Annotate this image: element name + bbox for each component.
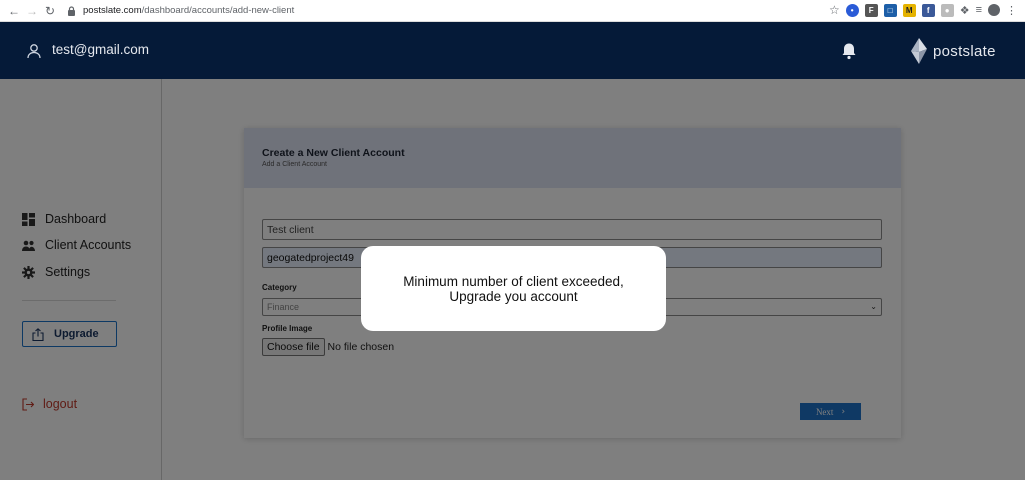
menu-dots-icon[interactable]: ⋮	[1006, 4, 1017, 17]
user-icon	[27, 44, 41, 59]
modal-message-line2: Upgrade you account	[449, 288, 578, 304]
bell-icon[interactable]	[841, 42, 857, 60]
address-bar[interactable]: postslate.com/dashboard/accounts/add-new…	[83, 5, 294, 16]
profile-avatar-icon[interactable]	[988, 4, 1000, 16]
url-path: /dashboard/accounts/add-new-client	[141, 5, 295, 16]
url-host: postslate.com	[83, 5, 142, 16]
extension-box-icon[interactable]: □	[883, 3, 897, 17]
extension-m-icon[interactable]: M	[902, 3, 916, 17]
user-email: test@gmail.com	[52, 42, 149, 57]
forward-arrow-icon[interactable]: →	[23, 2, 41, 20]
facebook-extension-icon[interactable]: f	[921, 3, 935, 17]
chat-extension-icon[interactable]: •	[845, 3, 859, 17]
logo-mark-icon	[911, 38, 927, 64]
puzzle-icon[interactable]: ❖	[960, 4, 970, 17]
postslate-logo[interactable]: postslate	[909, 38, 996, 64]
extension-f-icon[interactable]: F	[864, 3, 878, 17]
logo-text: postslate	[933, 42, 996, 60]
modal-message-line1: Minimum number of client exceeded,	[403, 273, 624, 289]
extension-icons: ☆ • F □ M f ● ❖ ≡ ⋮	[829, 3, 1017, 17]
app-header: test@gmail.com postslate	[0, 22, 1025, 79]
lock-icon	[67, 5, 79, 16]
reading-list-icon[interactable]: ≡	[976, 4, 982, 16]
limit-exceeded-modal: Minimum number of client exceeded, Upgra…	[361, 246, 666, 331]
browser-toolbar: ← → ↻ postslate.com/dashboard/accounts/a…	[0, 0, 1025, 22]
reload-icon[interactable]: ↻	[41, 2, 59, 20]
back-arrow-icon[interactable]: ←	[5, 2, 23, 20]
extension-robot-icon[interactable]: ●	[940, 3, 954, 17]
bookmark-star-icon[interactable]: ☆	[829, 3, 840, 17]
